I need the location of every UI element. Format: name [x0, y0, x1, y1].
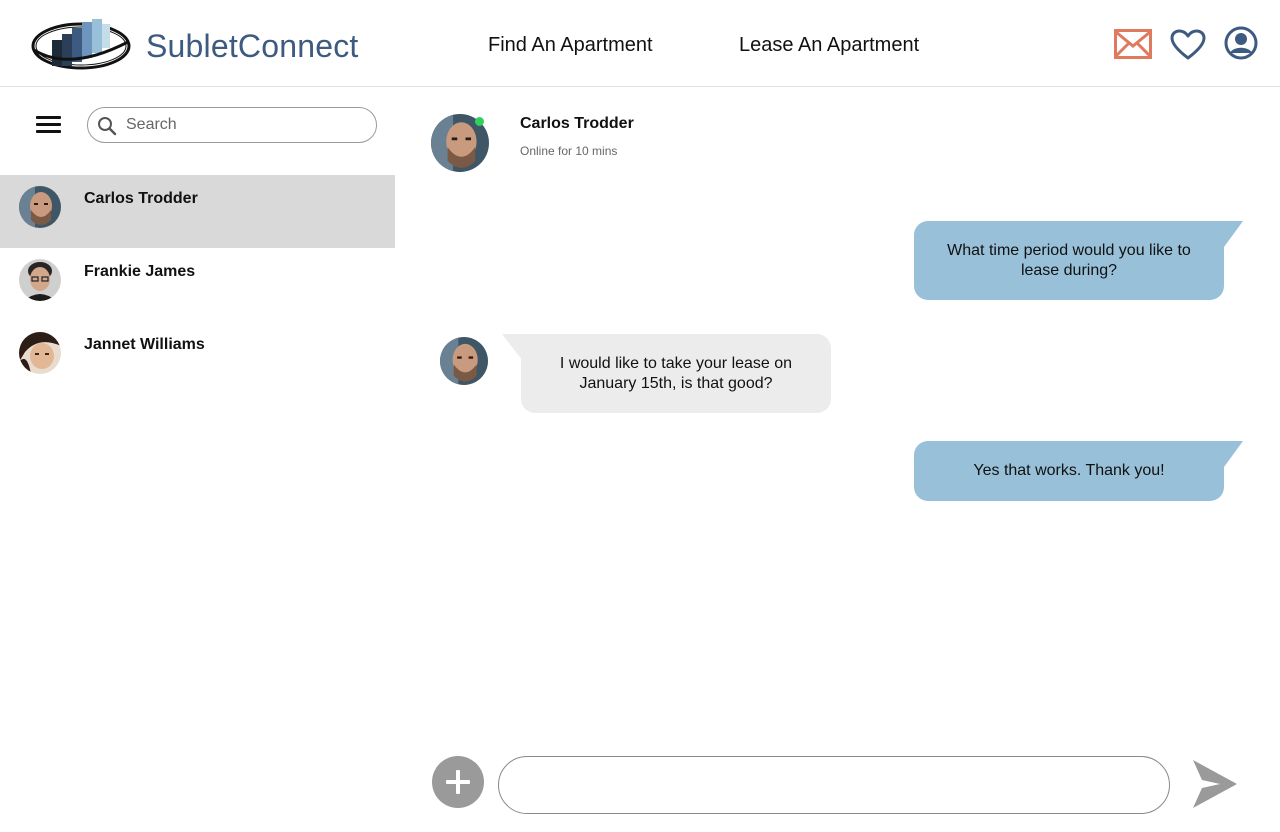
- top-header: SubletConnect Find An Apartment Lease An…: [0, 0, 1280, 87]
- avatar: [19, 186, 61, 228]
- contact-item-frankie-james[interactable]: Frankie James: [0, 248, 395, 321]
- message-text: I would like to take your lease on Janua…: [559, 354, 793, 392]
- message-text: What time period would you like to lease…: [947, 241, 1191, 279]
- add-attachment-button[interactable]: [432, 756, 484, 808]
- search-input[interactable]: [126, 114, 366, 136]
- contact-name: Carlos Trodder: [84, 190, 198, 207]
- chat-online-status: Online for 10 mins: [520, 144, 618, 158]
- contact-name: Frankie James: [84, 263, 196, 280]
- contact-item-carlos-trodder[interactable]: Carlos Trodder: [0, 175, 395, 248]
- chat-contact-name: Carlos Trodder: [520, 115, 634, 132]
- mail-icon[interactable]: [1114, 29, 1152, 59]
- avatar: [19, 259, 61, 301]
- online-status-dot: [475, 117, 484, 126]
- hamburger-menu-icon[interactable]: [36, 115, 62, 135]
- contact-name: Jannet Williams: [84, 336, 205, 353]
- conversation-sidebar: Carlos Trodder Frankie James Jannet Will…: [0, 88, 395, 832]
- message-outgoing: Yes that works. Thank you!: [914, 441, 1224, 501]
- nav-find-apartment[interactable]: Find An Apartment: [488, 34, 653, 57]
- message-composer[interactable]: [498, 756, 1170, 814]
- message-avatar: [440, 337, 488, 385]
- message-outgoing: What time period would you like to lease…: [914, 221, 1224, 300]
- nav-lease-apartment[interactable]: Lease An Apartment: [739, 34, 919, 57]
- send-icon[interactable]: [1190, 758, 1238, 810]
- avatar: [19, 332, 61, 374]
- logo-icon[interactable]: [30, 16, 132, 72]
- message-input[interactable]: [523, 773, 1143, 799]
- message-incoming: I would like to take your lease on Janua…: [521, 334, 831, 413]
- message-text: Yes that works. Thank you!: [973, 462, 1165, 479]
- contact-item-jannet-williams[interactable]: Jannet Williams: [0, 321, 395, 394]
- user-icon[interactable]: [1224, 26, 1258, 60]
- heart-icon[interactable]: [1170, 29, 1206, 61]
- brand-name[interactable]: SubletConnect: [146, 28, 359, 65]
- search-box[interactable]: [87, 107, 377, 143]
- search-icon: [98, 117, 117, 136]
